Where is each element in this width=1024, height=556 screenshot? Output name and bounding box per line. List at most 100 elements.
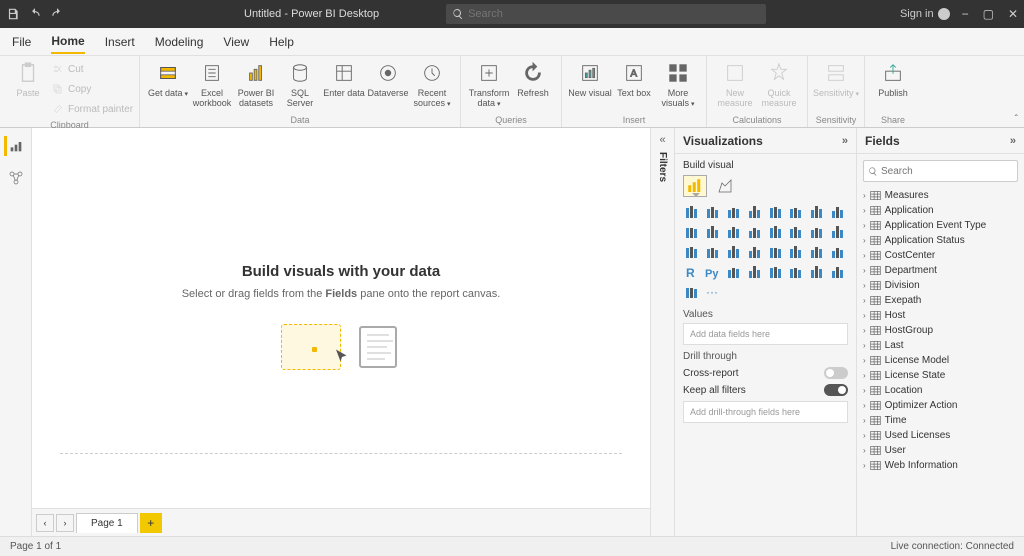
viz-clustered-bar-icon[interactable] [704,203,722,221]
field-table-division[interactable]: ›Division [863,278,1018,293]
transform-data-button[interactable]: Transform data [467,60,511,110]
filters-pane-collapsed[interactable]: « Filters [650,128,674,536]
menu-insert[interactable]: Insert [105,31,135,53]
viz-multi-card-icon[interactable] [746,243,764,261]
viz-decomposition-icon[interactable] [746,263,764,281]
field-table-application-event-type[interactable]: ›Application Event Type [863,218,1018,233]
viz-line-column-icon[interactable] [829,203,847,221]
viz-card-icon[interactable] [725,243,743,261]
menu-view[interactable]: View [223,31,249,53]
field-table-location[interactable]: ›Location [863,383,1018,398]
viz-ribbon-icon[interactable] [683,223,701,241]
recent-sources-button[interactable]: Recent sources [410,60,454,110]
more-visuals-button[interactable]: More visuals [656,60,700,110]
new-visual-button[interactable]: New visual [568,60,612,98]
viz-map-icon[interactable] [829,223,847,241]
redo-icon[interactable] [50,7,64,21]
report-canvas[interactable]: Build visuals with your data Select or d… [46,136,636,504]
field-table-hostgroup[interactable]: ›HostGroup [863,323,1018,338]
field-table-user[interactable]: ›User [863,443,1018,458]
viz-filled-map-icon[interactable] [683,243,701,261]
get-data-button[interactable]: Get data [146,60,190,100]
field-table-web-information[interactable]: ›Web Information [863,458,1018,473]
viz-r-visual-icon[interactable]: R [683,263,701,281]
viz-waterfall-icon[interactable] [704,223,722,241]
values-well[interactable]: Add data fields here [683,323,848,345]
excel-button[interactable]: Excel workbook [190,60,234,108]
field-table-application[interactable]: ›Application [863,203,1018,218]
field-table-costcenter[interactable]: ›CostCenter [863,248,1018,263]
field-table-application-status[interactable]: ›Application Status [863,233,1018,248]
enter-data-button[interactable]: Enter data [322,60,366,98]
field-table-measures[interactable]: ›Measures [863,188,1018,203]
menu-help[interactable]: Help [269,31,294,53]
viz-kpi-icon[interactable] [767,243,785,261]
field-table-license-model[interactable]: ›License Model [863,353,1018,368]
sql-server-button[interactable]: SQL Server [278,60,322,108]
field-table-last[interactable]: ›Last [863,338,1018,353]
viz-stacked-bar-icon[interactable] [683,203,701,221]
viz-more-visuals-ellipsis-icon[interactable]: ··· [704,283,722,301]
report-view-button[interactable] [4,136,24,156]
field-table-exepath[interactable]: ›Exepath [863,293,1018,308]
field-table-license-state[interactable]: ›License State [863,368,1018,383]
close-button[interactable]: ✕ [1008,7,1018,21]
viz-key-influencers-icon[interactable] [725,263,743,281]
viz-gauge-icon[interactable] [704,243,722,261]
signin-button[interactable]: Sign in [900,8,950,20]
keep-filters-toggle[interactable] [824,384,848,396]
minimize-button[interactable]: − [962,7,969,21]
viz-python-visual-icon[interactable]: Py [704,263,722,281]
viz-stacked-area-icon[interactable] [808,203,826,221]
global-search[interactable] [446,4,766,24]
menu-home[interactable]: Home [51,30,84,54]
viz-clustered-column-icon[interactable] [746,203,764,221]
menu-modeling[interactable]: Modeling [155,31,204,53]
viz-slicer-icon[interactable] [787,243,805,261]
add-page-button[interactable]: + [140,513,162,533]
viz-qa-icon[interactable] [767,263,785,281]
page-tab-1[interactable]: Page 1 [76,513,138,533]
expand-filters-icon[interactable]: « [659,134,665,146]
dataverse-button[interactable]: Dataverse [366,60,410,98]
page-next-button[interactable]: › [56,514,74,532]
viz-paginated-icon[interactable] [808,263,826,281]
field-table-host[interactable]: ›Host [863,308,1018,323]
collapse-viz-button[interactable]: » [842,135,848,147]
fields-search[interactable] [863,160,1018,182]
drill-well[interactable]: Add drill-through fields here [683,401,848,423]
ribbon-collapse-button[interactable]: ˆ [1015,114,1018,125]
viz-funnel-icon[interactable] [725,223,743,241]
cross-report-toggle[interactable] [824,367,848,379]
field-table-used-licenses[interactable]: ›Used Licenses [863,428,1018,443]
publish-button[interactable]: Publish [871,60,915,98]
maximize-button[interactable]: ▢ [983,7,994,21]
fields-search-input[interactable] [881,166,1013,177]
field-table-department[interactable]: ›Department [863,263,1018,278]
pbi-datasets-button[interactable]: Power BI datasets [234,60,278,108]
save-icon[interactable] [6,7,20,21]
format-visual-tab[interactable] [713,175,737,197]
viz-power-apps-icon[interactable] [683,283,701,301]
model-view-button[interactable] [6,168,26,188]
viz-arcgis-icon[interactable] [829,263,847,281]
menu-file[interactable]: File [12,31,31,53]
viz-treemap-icon[interactable] [808,223,826,241]
text-box-button[interactable]: AText box [612,60,656,98]
field-table-time[interactable]: ›Time [863,413,1018,428]
viz-line-icon[interactable] [767,203,785,221]
viz-donut-icon[interactable] [787,223,805,241]
collapse-fields-button[interactable]: » [1010,135,1016,147]
viz-table-icon[interactable] [808,243,826,261]
viz-stacked-column-icon[interactable] [725,203,743,221]
viz-area-icon[interactable] [787,203,805,221]
refresh-button[interactable]: Refresh [511,60,555,98]
build-visual-tab[interactable] [683,175,707,197]
field-table-optimizer-action[interactable]: ›Optimizer Action [863,398,1018,413]
undo-icon[interactable] [28,7,42,21]
viz-matrix-icon[interactable] [829,243,847,261]
viz-scatter-icon[interactable] [746,223,764,241]
page-prev-button[interactable]: ‹ [36,514,54,532]
viz-smart-narrative-icon[interactable] [787,263,805,281]
global-search-input[interactable] [468,8,760,20]
